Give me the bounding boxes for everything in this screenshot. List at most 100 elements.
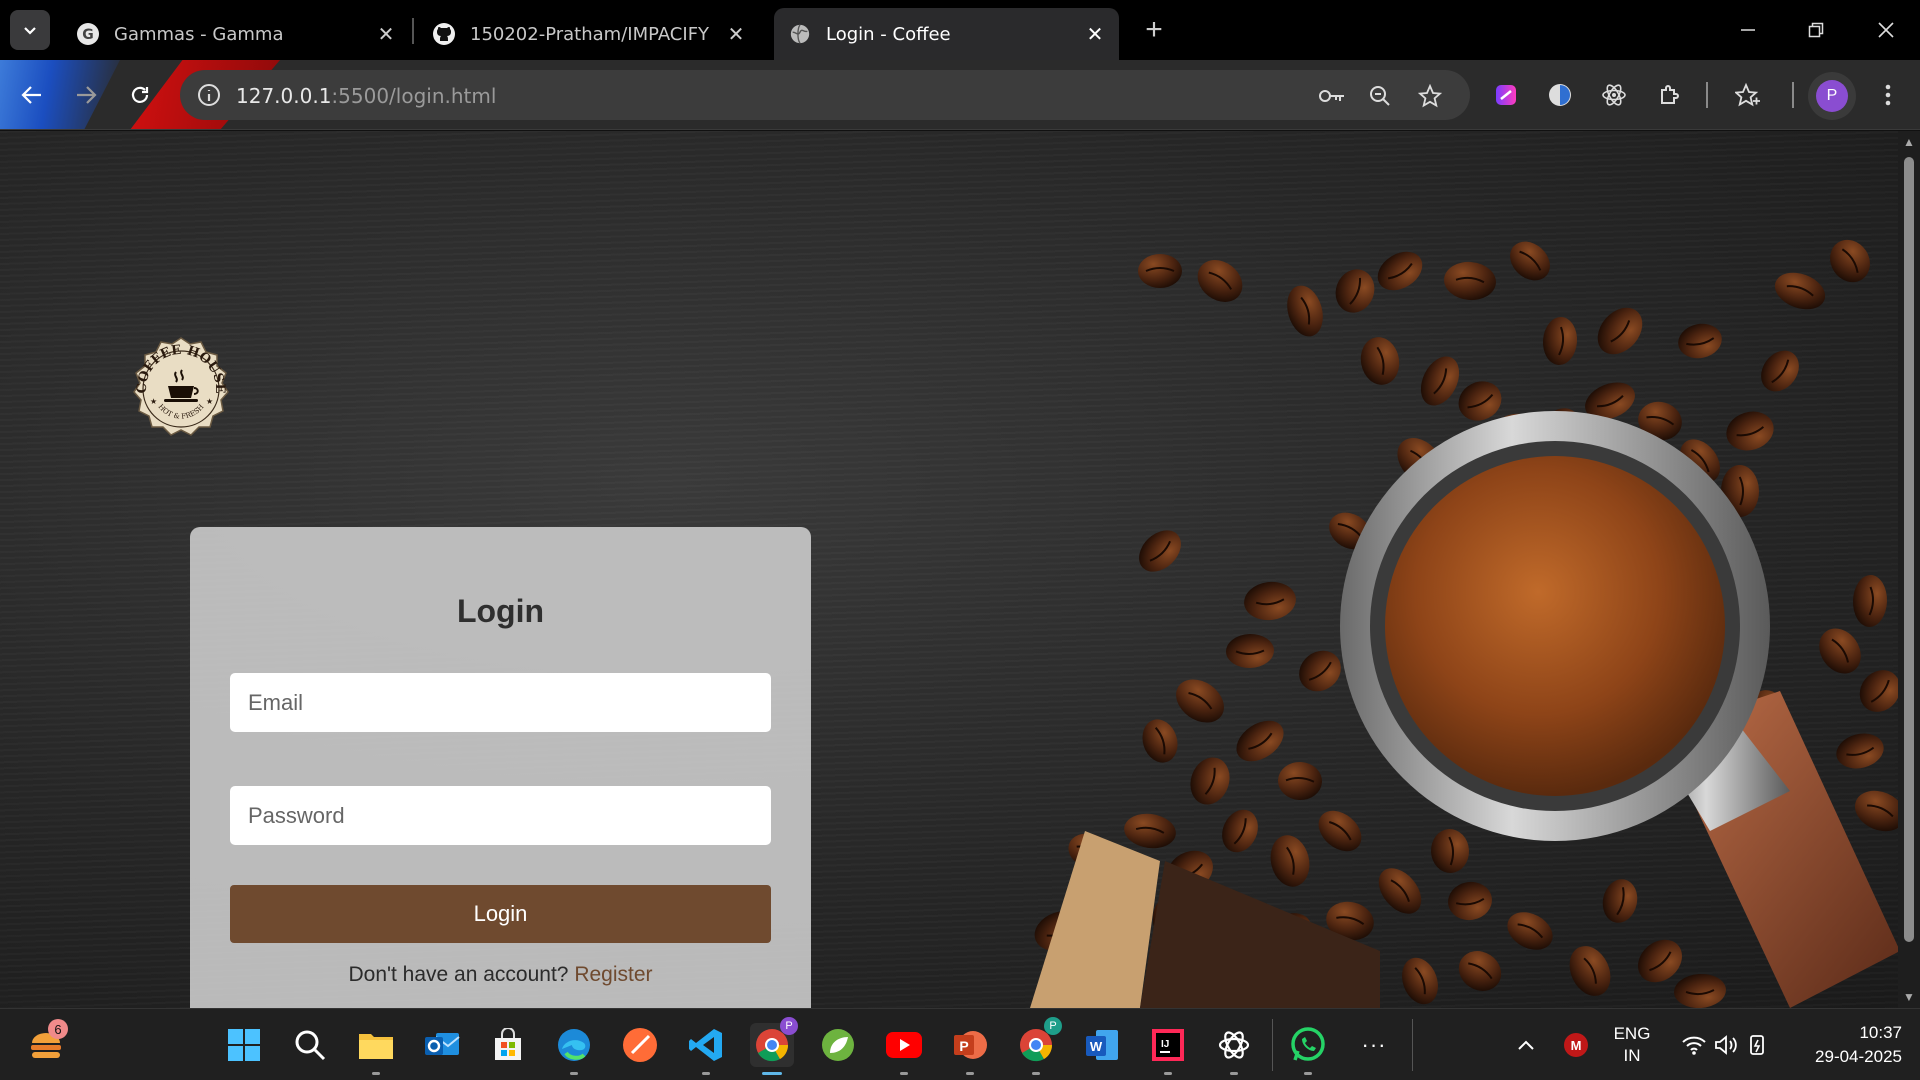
vscode-button[interactable] — [684, 1023, 728, 1075]
profile-button[interactable]: P — [1808, 72, 1856, 120]
intellij-icon: IJ — [1152, 1029, 1184, 1061]
coffee-bean — [1597, 307, 1643, 355]
search-button[interactable] — [288, 1023, 332, 1067]
minimize-button[interactable] — [1714, 0, 1782, 60]
spring-tool-button[interactable] — [816, 1023, 860, 1067]
weather-widget[interactable]: 6 — [24, 1019, 68, 1067]
close-icon[interactable]: ✕ — [1083, 22, 1107, 46]
postman-icon — [623, 1028, 657, 1062]
quick-settings-button[interactable] — [1670, 1023, 1782, 1067]
password-key-icon[interactable] — [1314, 78, 1350, 114]
coffee-bean — [1836, 733, 1884, 769]
word-button[interactable]: W — [1080, 1023, 1124, 1067]
coffee-bean — [1377, 251, 1423, 291]
arrow-right-icon — [77, 86, 97, 104]
coffee-bean — [1360, 337, 1400, 385]
favorites-star-icon[interactable] — [1730, 77, 1766, 113]
scroll-up-arrow-icon[interactable]: ▲ — [1903, 135, 1915, 149]
coffee-bean — [1569, 946, 1611, 996]
search-icon — [295, 1030, 326, 1061]
edge-icon — [558, 1029, 590, 1061]
file-explorer-button[interactable] — [354, 1023, 398, 1075]
chrome-profile-teal-button[interactable]: P — [1014, 1017, 1062, 1075]
chrome-profile-p-button[interactable]: P — [750, 1017, 798, 1075]
coffee-house-logo[interactable]: COFFEE HOUSE HOT & FRESH ★ ★ — [128, 336, 234, 442]
tab-title: 150202-Pratham/IMPACIFY — [470, 23, 710, 45]
login-button[interactable]: Login — [230, 885, 771, 943]
clock[interactable]: 10:37 29-04-2025 — [1815, 1021, 1902, 1069]
coffee-bean — [1542, 317, 1578, 365]
svg-text:★: ★ — [150, 397, 157, 406]
microsoft-store-button[interactable] — [486, 1023, 530, 1067]
profile-badge: P — [780, 1017, 798, 1035]
zoom-icon[interactable] — [1362, 78, 1398, 114]
extension-dome-icon[interactable] — [1542, 77, 1578, 113]
coffee-bean — [1318, 810, 1362, 852]
page-viewport: COFFEE HOUSE HOT & FRESH ★ ★ Login Login… — [0, 131, 1898, 1008]
browser-toolbar: 127.0.0.1:5500/login.html P — [0, 60, 1920, 130]
url-text[interactable]: 127.0.0.1:5500/login.html — [236, 84, 496, 108]
coffee-bean — [1124, 813, 1176, 849]
new-tab-button[interactable]: + — [1136, 12, 1172, 48]
react-devtools-icon[interactable] — [1596, 77, 1632, 113]
extension-gradient-icon[interactable] — [1488, 77, 1524, 113]
coffee-bean — [1190, 757, 1230, 805]
running-indicator — [702, 1072, 710, 1075]
coffee-bean — [1335, 269, 1375, 313]
language-indicator[interactable]: ENG IN — [1604, 1023, 1660, 1067]
whatsapp-icon — [1291, 1027, 1325, 1061]
scrollbar-thumb[interactable] — [1904, 157, 1914, 942]
forward-button[interactable] — [68, 77, 104, 113]
start-button[interactable] — [222, 1023, 266, 1067]
whatsapp-button[interactable] — [1286, 1023, 1330, 1075]
extensions-puzzle-icon[interactable] — [1652, 77, 1688, 113]
postman-button[interactable] — [618, 1023, 662, 1067]
edge-button[interactable] — [552, 1023, 596, 1075]
close-icon[interactable]: ✕ — [724, 22, 748, 46]
site-info-icon[interactable] — [196, 82, 222, 113]
running-indicator — [762, 1072, 782, 1075]
tab-title: Gammas - Gamma — [114, 23, 284, 45]
password-input[interactable] — [230, 786, 771, 845]
show-hidden-icons-button[interactable] — [1504, 1023, 1548, 1067]
intellij-button[interactable]: IJ — [1146, 1023, 1190, 1075]
register-link[interactable]: Register — [574, 963, 652, 986]
address-bar[interactable]: 127.0.0.1:5500/login.html — [180, 70, 1470, 120]
reload-icon — [131, 86, 149, 103]
more-apps-button[interactable]: ··· — [1352, 1023, 1396, 1067]
signup-prompt-text: Don't have an account? — [348, 963, 569, 986]
tab-strip: G Gammas - Gamma ✕ 150202-Pratham/IMPACI… — [0, 0, 1920, 60]
reload-button[interactable] — [122, 77, 158, 113]
powerpoint-button[interactable]: P — [948, 1023, 992, 1075]
tab-github[interactable]: 150202-Pratham/IMPACIFY ✕ — [418, 8, 760, 60]
close-window-button[interactable] — [1852, 0, 1920, 60]
coffee-bean — [1859, 670, 1898, 712]
coffee-bean — [1507, 912, 1553, 950]
tab-search-button[interactable] — [10, 10, 50, 50]
more-menu-icon[interactable] — [1870, 77, 1906, 113]
avatar: P — [1816, 80, 1848, 112]
tab-gamma[interactable]: G Gammas - Gamma ✕ — [62, 8, 410, 60]
page-scrollbar[interactable]: ▲ ▼ — [1898, 131, 1920, 1008]
folder-icon — [359, 1034, 393, 1059]
chevron-up-icon — [1518, 1040, 1534, 1050]
gamma-g-icon: G — [76, 22, 100, 46]
outlook-button[interactable] — [420, 1023, 464, 1067]
battery-charging-icon — [1750, 1035, 1764, 1055]
scroll-down-arrow-icon[interactable]: ▼ — [1903, 990, 1915, 1004]
coffee-bean — [1830, 239, 1870, 283]
running-indicator — [1164, 1072, 1172, 1075]
coffee-bean — [1510, 241, 1550, 281]
restore-button[interactable] — [1782, 0, 1850, 60]
minimize-icon — [1741, 29, 1755, 31]
back-button[interactable] — [14, 77, 50, 113]
bookmark-star-icon[interactable] — [1412, 78, 1448, 114]
youtube-button[interactable] — [882, 1023, 926, 1075]
close-icon[interactable]: ✕ — [374, 22, 398, 46]
chevron-down-icon — [24, 27, 36, 35]
tab-login-coffee[interactable]: Login - Coffee ✕ — [774, 8, 1119, 60]
chatgpt-icon — [1218, 1031, 1250, 1059]
email-input[interactable] — [230, 673, 771, 732]
chatgpt-button[interactable] — [1212, 1023, 1256, 1075]
mcafee-tray-button[interactable]: M — [1554, 1023, 1598, 1067]
